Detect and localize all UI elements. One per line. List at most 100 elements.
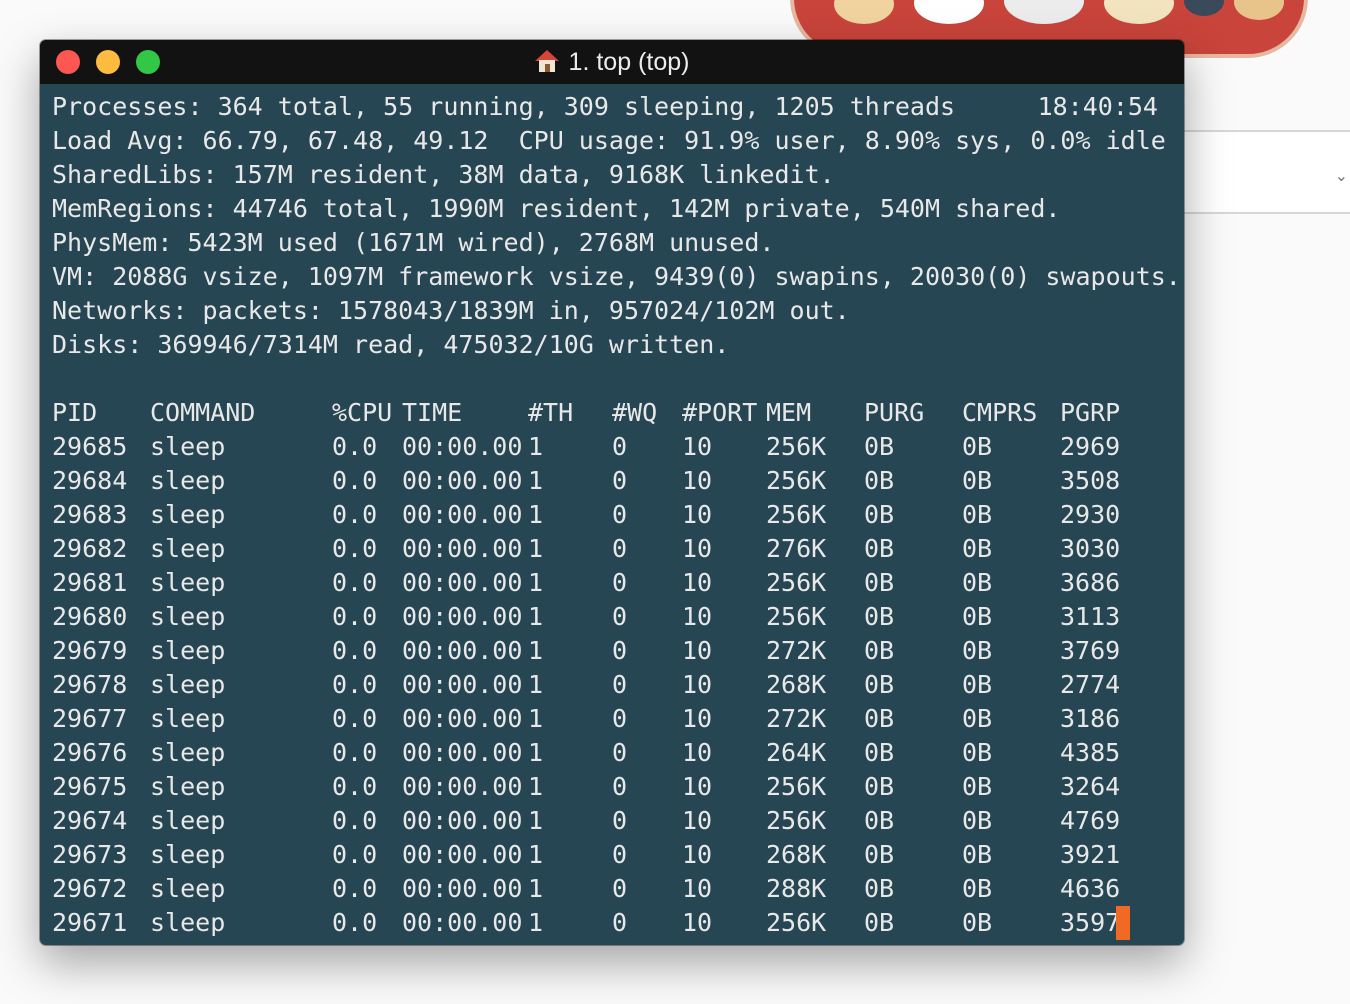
cell-mem: 256K: [766, 908, 827, 937]
cell-time: 00:00.00: [402, 670, 523, 699]
wallpaper-dish: [914, 0, 984, 24]
terminal-screen[interactable]: 18:40:54 Processes: 364 total, 55 runnin…: [52, 84, 1181, 945]
cell-port: 10: [682, 840, 713, 869]
cell-mem: 256K: [766, 568, 827, 597]
cell-cpu: 0.0: [332, 568, 378, 597]
cell-cpu: 0.0: [332, 908, 378, 937]
cell-pid: 29672: [52, 874, 128, 903]
cell-pgrp: 3030: [1060, 534, 1121, 563]
cell-cmprs: 0B: [962, 466, 993, 495]
cell-port: 10: [682, 466, 713, 495]
cell-command: sleep: [150, 738, 226, 767]
cell-pgrp: 2930: [1060, 500, 1121, 529]
cell-threads: 1: [528, 806, 544, 835]
cell-purg: 0B: [864, 704, 895, 733]
window-title: 1. top (top): [40, 40, 1184, 84]
cell-command: sleep: [150, 500, 226, 529]
cell-wq: 0: [612, 568, 628, 597]
cell-command: sleep: [150, 432, 226, 461]
cell-time: 00:00.00: [402, 772, 523, 801]
cell-cmprs: 0B: [962, 636, 993, 665]
terminal-window[interactable]: 1. top (top) 18:40:54 Processes: 364 tot…: [40, 40, 1184, 945]
cell-pid: 29685: [52, 432, 128, 461]
cell-mem: 256K: [766, 466, 827, 495]
cell-cpu: 0.0: [332, 500, 378, 529]
column-header-pid: PID: [52, 398, 98, 427]
cell-port: 10: [682, 908, 713, 937]
cell-time: 00:00.00: [402, 840, 523, 869]
chevron-down-icon[interactable]: ⌄: [1335, 166, 1348, 185]
cell-pgrp: 2969: [1060, 432, 1121, 461]
cell-pid: 29676: [52, 738, 128, 767]
cell-wq: 0: [612, 806, 628, 835]
cell-cmprs: 0B: [962, 568, 993, 597]
cell-pid: 29677: [52, 704, 128, 733]
cell-pid: 29674: [52, 806, 128, 835]
cell-mem: 264K: [766, 738, 827, 767]
column-header-cmprs: CMPRS: [962, 398, 1038, 427]
cell-purg: 0B: [864, 840, 895, 869]
terminal-titlebar[interactable]: 1. top (top): [40, 40, 1184, 84]
cell-pgrp: 3186: [1060, 704, 1121, 733]
cell-time: 00:00.00: [402, 534, 523, 563]
cell-pgrp: 3508: [1060, 466, 1121, 495]
cell-pid: 29683: [52, 500, 128, 529]
cell-cmprs: 0B: [962, 738, 993, 767]
cell-cmprs: 0B: [962, 534, 993, 563]
terminal-cursor: [1116, 906, 1130, 940]
cell-time: 00:00.00: [402, 466, 523, 495]
cell-purg: 0B: [864, 568, 895, 597]
cell-port: 10: [682, 738, 713, 767]
cell-threads: 1: [528, 500, 544, 529]
cell-pgrp: 3113: [1060, 602, 1121, 631]
window-title-text: 1. top (top): [568, 48, 690, 76]
cell-cpu: 0.0: [332, 636, 378, 665]
cell-purg: 0B: [864, 534, 895, 563]
cell-command: sleep: [150, 772, 226, 801]
cell-wq: 0: [612, 874, 628, 903]
cell-cpu: 0.0: [332, 704, 378, 733]
cell-pid: 29678: [52, 670, 128, 699]
cell-command: sleep: [150, 534, 226, 563]
summary-memregions: MemRegions: 44746 total, 1990M resident,…: [52, 194, 1061, 223]
cell-wq: 0: [612, 534, 628, 563]
column-header-wq: #WQ: [612, 398, 658, 427]
cell-command: sleep: [150, 840, 226, 869]
cell-threads: 1: [528, 568, 544, 597]
cell-port: 10: [682, 670, 713, 699]
cell-time: 00:00.00: [402, 432, 523, 461]
summary-networks: Networks: packets: 1578043/1839M in, 957…: [52, 296, 850, 325]
cell-time: 00:00.00: [402, 874, 523, 903]
wallpaper-dish: [834, 0, 894, 24]
cell-pid: 29681: [52, 568, 128, 597]
cell-command: sleep: [150, 670, 226, 699]
cell-command: sleep: [150, 602, 226, 631]
cell-pid: 29679: [52, 636, 128, 665]
summary-sharedlibs: SharedLibs: 157M resident, 38M data, 916…: [52, 160, 835, 189]
cell-pid: 29673: [52, 840, 128, 869]
cell-cmprs: 0B: [962, 840, 993, 869]
cell-purg: 0B: [864, 466, 895, 495]
cell-command: sleep: [150, 636, 226, 665]
cell-purg: 0B: [864, 806, 895, 835]
cell-wq: 0: [612, 466, 628, 495]
cell-threads: 1: [528, 466, 544, 495]
cell-threads: 1: [528, 704, 544, 733]
cell-command: sleep: [150, 874, 226, 903]
cell-port: 10: [682, 636, 713, 665]
wallpaper-dish: [1184, 0, 1224, 16]
cell-cpu: 0.0: [332, 534, 378, 563]
cell-cpu: 0.0: [332, 738, 378, 767]
cell-purg: 0B: [864, 908, 895, 937]
cell-pgrp: 3686: [1060, 568, 1121, 597]
cell-pid: 29682: [52, 534, 128, 563]
cell-mem: 268K: [766, 840, 827, 869]
wallpaper-dish: [1234, 0, 1284, 20]
cell-time: 00:00.00: [402, 568, 523, 597]
cell-purg: 0B: [864, 772, 895, 801]
background-window[interactable]: ⌄: [1184, 130, 1350, 214]
summary-processes: Processes: 364 total, 55 running, 309 sl…: [52, 92, 956, 121]
column-header-mem: MEM: [766, 398, 812, 427]
cell-port: 10: [682, 432, 713, 461]
column-header-purg: PURG: [864, 398, 925, 427]
